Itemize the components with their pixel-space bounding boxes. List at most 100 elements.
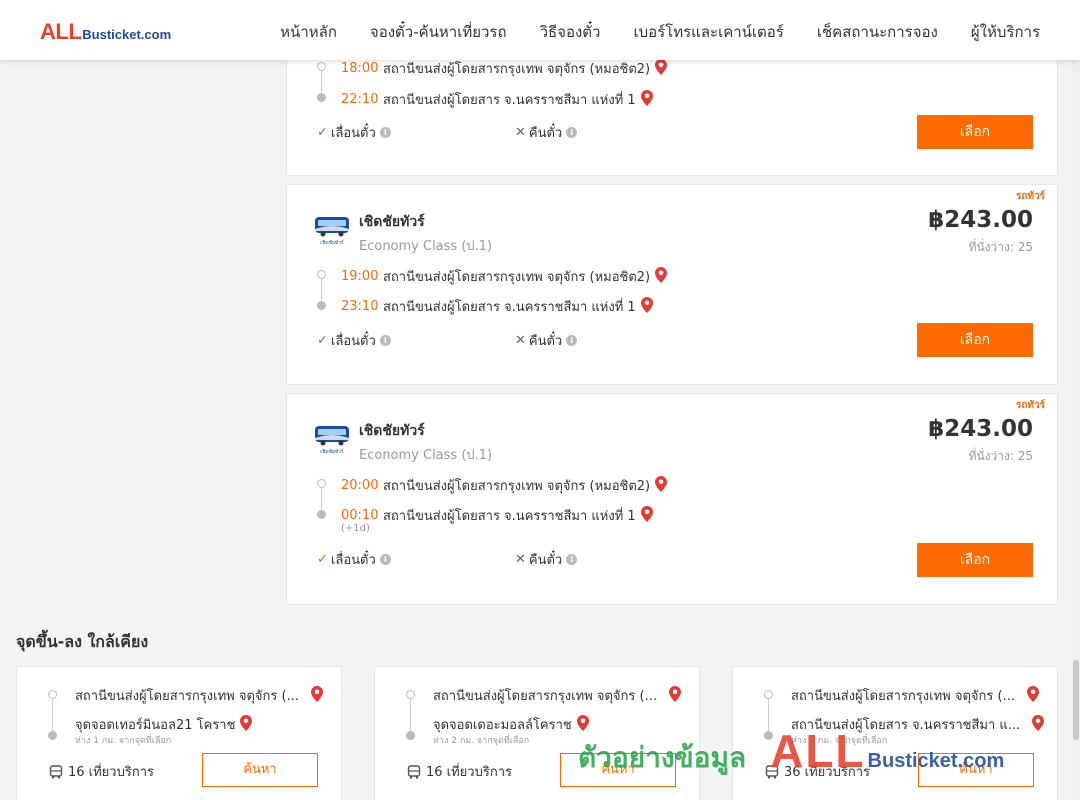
- ticket-price: ฿243.00: [928, 207, 1033, 233]
- refund-label: คืนตั๋ว: [528, 553, 563, 568]
- route-line: [768, 697, 769, 735]
- arrive-stop: 22:10 สถานีขนส่งผู้โดยสาร จ.นครราชสีมา แ…: [341, 89, 653, 110]
- nav-book-search[interactable]: จองตั๋ว-ค้นหาเที่ยวรถ: [370, 20, 507, 44]
- map-pin-icon[interactable]: [310, 685, 323, 706]
- cross-icon: ✕: [515, 125, 526, 140]
- postpone-policy: ✓ เลื่อนตั๋ว i: [317, 330, 391, 351]
- map-pin-icon[interactable]: [1026, 685, 1039, 706]
- select-button[interactable]: เลือก: [917, 323, 1033, 357]
- info-icon[interactable]: i: [566, 335, 578, 346]
- site-logo[interactable]: ALL Busticket.com: [40, 19, 171, 45]
- nearby-distance: ห่าง 2 กม. จากจุดที่เลือก: [433, 736, 530, 746]
- map-pin-icon[interactable]: [1032, 714, 1045, 735]
- nearby-trips: 36 เที่ยวบริการ: [765, 761, 870, 782]
- to-dot: [406, 731, 415, 740]
- arrive-dot: [317, 301, 326, 310]
- postpone-label: เลื่อนตั๋ว: [330, 334, 376, 349]
- nearby-section-title: จุดขึ้น-ลง ใกล้เคียง: [16, 632, 149, 651]
- nav-phone-counters[interactable]: เบอร์โทรและเคาน์เตอร์: [633, 20, 783, 44]
- depart-dot: [317, 479, 326, 488]
- map-pin-icon[interactable]: [668, 685, 681, 706]
- nearby-from: สถานีขนส่งผู้โดยสารกรุงเทพ จตุจักร (...: [433, 685, 681, 706]
- nearby-trips-count: 16 เที่ยวบริการ: [68, 765, 154, 780]
- nav-home[interactable]: หน้าหลัก: [280, 20, 337, 44]
- depart-time: 18:00: [341, 61, 379, 76]
- nearby-from-station: สถานีขนส่งผู้โดยสารกรุงเทพ จตุจักร (...: [791, 689, 1015, 704]
- map-pin-icon[interactable]: [240, 714, 253, 735]
- scrollbar-thumb[interactable]: [1073, 660, 1079, 740]
- nearby-card: สถานีขนส่งผู้โดยสารกรุงเทพ จตุจักร (... …: [374, 666, 700, 800]
- operator-name: เชิดชัยทัวร์: [359, 423, 425, 439]
- cross-icon: ✕: [515, 552, 526, 567]
- info-icon[interactable]: i: [566, 554, 578, 565]
- select-button[interactable]: เลือก: [917, 115, 1033, 149]
- refund-policy: ✕ คืนตั๋ว i: [515, 122, 578, 143]
- nearby-from: สถานีขนส่งผู้โดยสารกรุงเทพ จตุจักร (...: [791, 685, 1039, 706]
- nearby-trips-count: 36 เที่ยวบริการ: [784, 765, 870, 780]
- trip-card: รถทัวร์ เชิดชัยทัวร์ เชิดชัยทัวร์ Econom…: [286, 184, 1058, 385]
- nearby-trips-count: 16 เที่ยวบริการ: [426, 765, 512, 780]
- nearby-distance: ห่าง 2 กม. จากจุดที่เลือก: [791, 736, 888, 746]
- postpone-label: เลื่อนตั๋ว: [330, 553, 376, 568]
- arrive-time: 00:10: [341, 508, 379, 523]
- from-dot: [764, 690, 773, 699]
- depart-stop: 20:00 สถานีขนส่งผู้โดยสารกรุงเทพ จตุจักร…: [341, 475, 668, 496]
- search-button[interactable]: ค้นหา: [560, 753, 676, 787]
- from-dot: [406, 690, 415, 699]
- search-button[interactable]: ค้นหา: [202, 753, 318, 787]
- check-icon: ✓: [317, 333, 328, 348]
- operator-info: เชิดชัยทัวร์ เชิดชัยทัวร์ Economy Class …: [313, 211, 492, 256]
- nav-operators[interactable]: ผู้ให้บริการ: [971, 20, 1040, 44]
- bus-type-badge: รถทัวร์: [1015, 400, 1045, 411]
- operator-info: เชิดชัยทัวร์ เชิดชัยทัวร์ Economy Class …: [313, 420, 492, 465]
- nearby-from-station: สถานีขนส่งผู้โดยสารกรุงเทพ จตุจักร (...: [433, 689, 657, 704]
- route-line: [410, 697, 411, 735]
- page-scrollbar[interactable]: [1072, 60, 1080, 800]
- postpone-label: เลื่อนตั๋ว: [330, 126, 376, 141]
- info-icon[interactable]: i: [566, 127, 578, 138]
- bus-type-badge: รถทัวร์: [1015, 191, 1045, 202]
- nearby-from-station: สถานีขนส่งผู้โดยสารกรุงเทพ จตุจักร (...: [75, 689, 299, 704]
- map-pin-icon[interactable]: [640, 89, 653, 110]
- trip-card: 18:00 สถานีขนส่งผู้โดยสารกรุงเทพ จตุจักร…: [286, 40, 1058, 176]
- nav-how-to-book[interactable]: วิธีจองตั๋ว: [540, 20, 601, 44]
- arrive-time: 22:10: [341, 92, 379, 107]
- map-pin-icon[interactable]: [640, 296, 653, 317]
- map-pin-icon[interactable]: [655, 266, 668, 287]
- arrive-dot: [317, 510, 326, 519]
- operator-name: เชิดชัยทัวร์: [359, 214, 425, 230]
- main-nav: หน้าหลัก จองตั๋ว-ค้นหาเที่ยวรถ วิธีจองตั…: [280, 20, 1040, 44]
- nav-check-booking[interactable]: เช็คสถานะการจอง: [817, 20, 938, 44]
- info-icon[interactable]: i: [379, 127, 391, 138]
- refund-label: คืนตั๋ว: [528, 126, 563, 141]
- postpone-policy: ✓ เลื่อนตั๋ว i: [317, 122, 391, 143]
- arrive-time: 23:10: [341, 299, 379, 314]
- nearby-card: สถานีขนส่งผู้โดยสารกรุงเทพ จตุจักร (... …: [16, 666, 342, 800]
- arrive-dot: [317, 93, 326, 102]
- nearby-trips: 16 เที่ยวบริการ: [49, 761, 154, 782]
- operator-logo: เชิดชัยทัวร์: [313, 420, 351, 458]
- cross-icon: ✕: [515, 333, 526, 348]
- bus-class: Economy Class (ป.1): [359, 239, 493, 254]
- info-icon[interactable]: i: [379, 554, 391, 565]
- depart-stop: 19:00 สถานีขนส่งผู้โดยสารกรุงเทพ จตุจักร…: [341, 266, 668, 287]
- map-pin-icon[interactable]: [655, 475, 668, 496]
- logo-busticket-text: Busticket.com: [82, 27, 172, 42]
- map-pin-icon[interactable]: [640, 505, 653, 526]
- check-icon: ✓: [317, 552, 328, 567]
- arrive-station: สถานีขนส่งผู้โดยสาร จ.นครราชสีมา แห่งที่…: [383, 509, 636, 524]
- to-dot: [764, 731, 773, 740]
- depart-dot: [317, 270, 326, 279]
- select-button[interactable]: เลือก: [917, 543, 1033, 577]
- map-pin-icon[interactable]: [576, 714, 589, 735]
- operator-logo: เชิดชัยทัวร์: [313, 211, 351, 249]
- route-line: [52, 697, 53, 735]
- info-icon[interactable]: i: [379, 335, 391, 346]
- postpone-policy: ✓ เลื่อนตั๋ว i: [317, 549, 391, 570]
- map-pin-icon[interactable]: [655, 58, 668, 79]
- arrive-station: สถานีขนส่งผู้โดยสาร จ.นครราชสีมา แห่งที่…: [383, 300, 636, 315]
- depart-station: สถานีขนส่งผู้โดยสารกรุงเทพ จตุจักร (หมอช…: [383, 479, 651, 494]
- search-button[interactable]: ค้นหา: [918, 753, 1034, 787]
- bus-icon: [765, 764, 779, 779]
- check-icon: ✓: [317, 125, 328, 140]
